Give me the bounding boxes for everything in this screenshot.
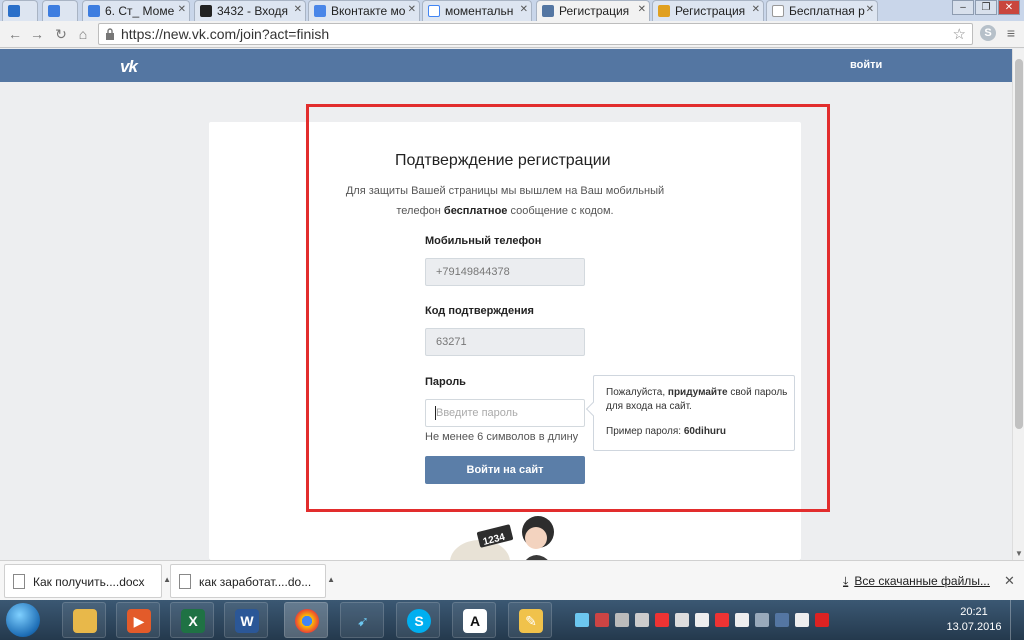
site-icon	[658, 5, 670, 17]
tray-misc-icon[interactable]	[635, 613, 649, 627]
browser-tab[interactable]: моментальн ✕	[422, 0, 532, 21]
mail-icon	[200, 5, 212, 17]
browser-tab[interactable]: Бесплатная р ✕	[766, 0, 878, 21]
docs-icon	[314, 5, 326, 17]
browser-toolbar: ← → ↻ ⌂ https://new.vk.com/join?act=fini…	[0, 21, 1024, 48]
chrome-menu-icon[interactable]: ≡	[1004, 25, 1018, 41]
lock-icon	[106, 28, 114, 40]
close-tab-icon[interactable]: ✕	[866, 4, 874, 15]
taskbar-app-media[interactable]: ▶	[116, 602, 160, 638]
taskbar-app-word[interactable]: W	[224, 602, 268, 638]
home-icon[interactable]: ⌂	[74, 25, 92, 43]
tray-vk-icon[interactable]	[775, 613, 789, 627]
vk-header: vk войти	[0, 49, 1012, 82]
tray-skype-icon[interactable]	[795, 613, 809, 627]
close-window-icon[interactable]: ✕	[998, 0, 1020, 15]
page-icon	[772, 5, 784, 17]
taskbar-app-skype[interactable]: S	[396, 602, 440, 638]
browser-tab[interactable]: 3432 - Входя ✕	[194, 0, 306, 21]
page-scrollbar[interactable]: ▼	[1012, 49, 1024, 560]
url-text: https://new.vk.com/join?act=finish	[121, 26, 330, 42]
download-icon	[8, 5, 20, 17]
forward-icon[interactable]: →	[28, 25, 46, 43]
taskbar-app-bird[interactable]: ➹	[340, 602, 384, 638]
excel-icon: X	[181, 609, 205, 633]
font-a-icon: A	[463, 609, 487, 633]
all-downloads-link[interactable]: ⤓ Все скачанные файлы...	[843, 574, 990, 589]
tray-adobe-icon[interactable]	[815, 613, 829, 627]
file-icon	[13, 574, 25, 589]
bird-icon: ➹	[357, 613, 369, 629]
taskbar-app-font[interactable]: A	[452, 602, 496, 638]
palette-icon: ✎	[519, 609, 543, 633]
taskbar-app-chrome[interactable]	[284, 602, 328, 638]
windows-taskbar: ▶ X W ➹ S A ✎ 20:21 13.07.2016	[0, 600, 1024, 640]
tray-battery-icon[interactable]	[715, 613, 729, 627]
browser-tab[interactable]: Вконтакте мо ✕	[308, 0, 420, 21]
start-button[interactable]	[6, 603, 40, 637]
minimize-icon[interactable]: –	[952, 0, 974, 15]
word-icon: W	[235, 609, 259, 633]
browser-tab[interactable]: Регистрация ✕	[652, 0, 764, 21]
scrollbar-thumb[interactable]	[1015, 59, 1023, 429]
browser-tab[interactable]	[42, 0, 78, 21]
dropdown-caret-icon[interactable]: ▲	[327, 575, 335, 584]
tray-app-icon[interactable]	[575, 613, 589, 627]
browser-tab[interactable]: 6. Ст_ Моме ✕	[82, 0, 190, 21]
skype-extension-icon[interactable]: S	[980, 25, 996, 41]
tray-update-icon[interactable]	[615, 613, 629, 627]
window-controls: – ❐ ✕	[952, 0, 1020, 16]
close-tab-icon[interactable]: ✕	[294, 4, 302, 15]
clock-time: 20:21	[960, 606, 988, 618]
tray-camera-icon[interactable]	[755, 613, 769, 627]
browser-tab-strip: 6. Ст_ Моме ✕ 3432 - Входя ✕ Вконтакте мо ✕…	[0, 0, 1024, 21]
tray-network-icon[interactable]	[695, 613, 709, 627]
taskbar-app-explorer[interactable]	[62, 602, 106, 638]
login-link[interactable]: войти	[850, 59, 882, 71]
bookmark-star-icon[interactable]: ☆	[953, 25, 966, 43]
file-icon	[179, 574, 191, 589]
vk-logo[interactable]: vk	[120, 57, 138, 77]
downloads-bar: Как получить....docx ▲ как заработат....d…	[0, 560, 1024, 600]
close-tab-icon[interactable]: ✕	[638, 4, 646, 15]
highlight-box	[306, 104, 830, 512]
back-icon[interactable]: ←	[6, 25, 24, 43]
close-downloads-icon[interactable]: ✕	[1004, 573, 1015, 589]
tray-antivirus-icon[interactable]	[595, 613, 609, 627]
show-desktop-button[interactable]	[1010, 600, 1024, 640]
tray-usb-icon[interactable]	[675, 613, 689, 627]
download-item[interactable]: как заработат....do... ▲	[170, 564, 335, 598]
address-bar[interactable]: https://new.vk.com/join?act=finish ☆	[98, 23, 973, 45]
browser-tab[interactable]	[2, 0, 38, 21]
browser-tab-active[interactable]: Регистрация ✕	[536, 0, 650, 21]
google-icon	[428, 5, 440, 17]
download-arrow-icon: ⤓	[843, 574, 849, 588]
system-tray	[575, 612, 829, 628]
close-tab-icon[interactable]: ✕	[752, 4, 760, 15]
document-icon	[48, 5, 60, 17]
girl-illustration: 1234	[450, 516, 554, 562]
chrome-icon	[295, 609, 319, 633]
vk-icon	[542, 5, 554, 17]
download-item[interactable]: Как получить....docx ▲	[4, 564, 171, 598]
reload-icon[interactable]: ↻	[52, 25, 70, 43]
clock-date: 13.07.2016	[946, 621, 1002, 633]
folder-icon	[73, 609, 97, 633]
taskbar-app-paint[interactable]: ✎	[508, 602, 552, 638]
close-tab-icon[interactable]: ✕	[408, 4, 416, 15]
media-player-icon: ▶	[127, 609, 151, 633]
tray-opera-icon[interactable]	[655, 613, 669, 627]
scroll-down-icon[interactable]: ▼	[1015, 549, 1023, 558]
restore-icon[interactable]: ❐	[975, 0, 997, 15]
tray-volume-icon[interactable]	[735, 613, 749, 627]
close-tab-icon[interactable]: ✕	[178, 4, 186, 15]
document-icon	[88, 5, 100, 17]
close-tab-icon[interactable]: ✕	[520, 4, 528, 15]
taskbar-app-excel[interactable]: X	[170, 602, 214, 638]
taskbar-clock[interactable]: 20:21 13.07.2016	[944, 605, 1004, 635]
skype-icon: S	[407, 609, 431, 633]
